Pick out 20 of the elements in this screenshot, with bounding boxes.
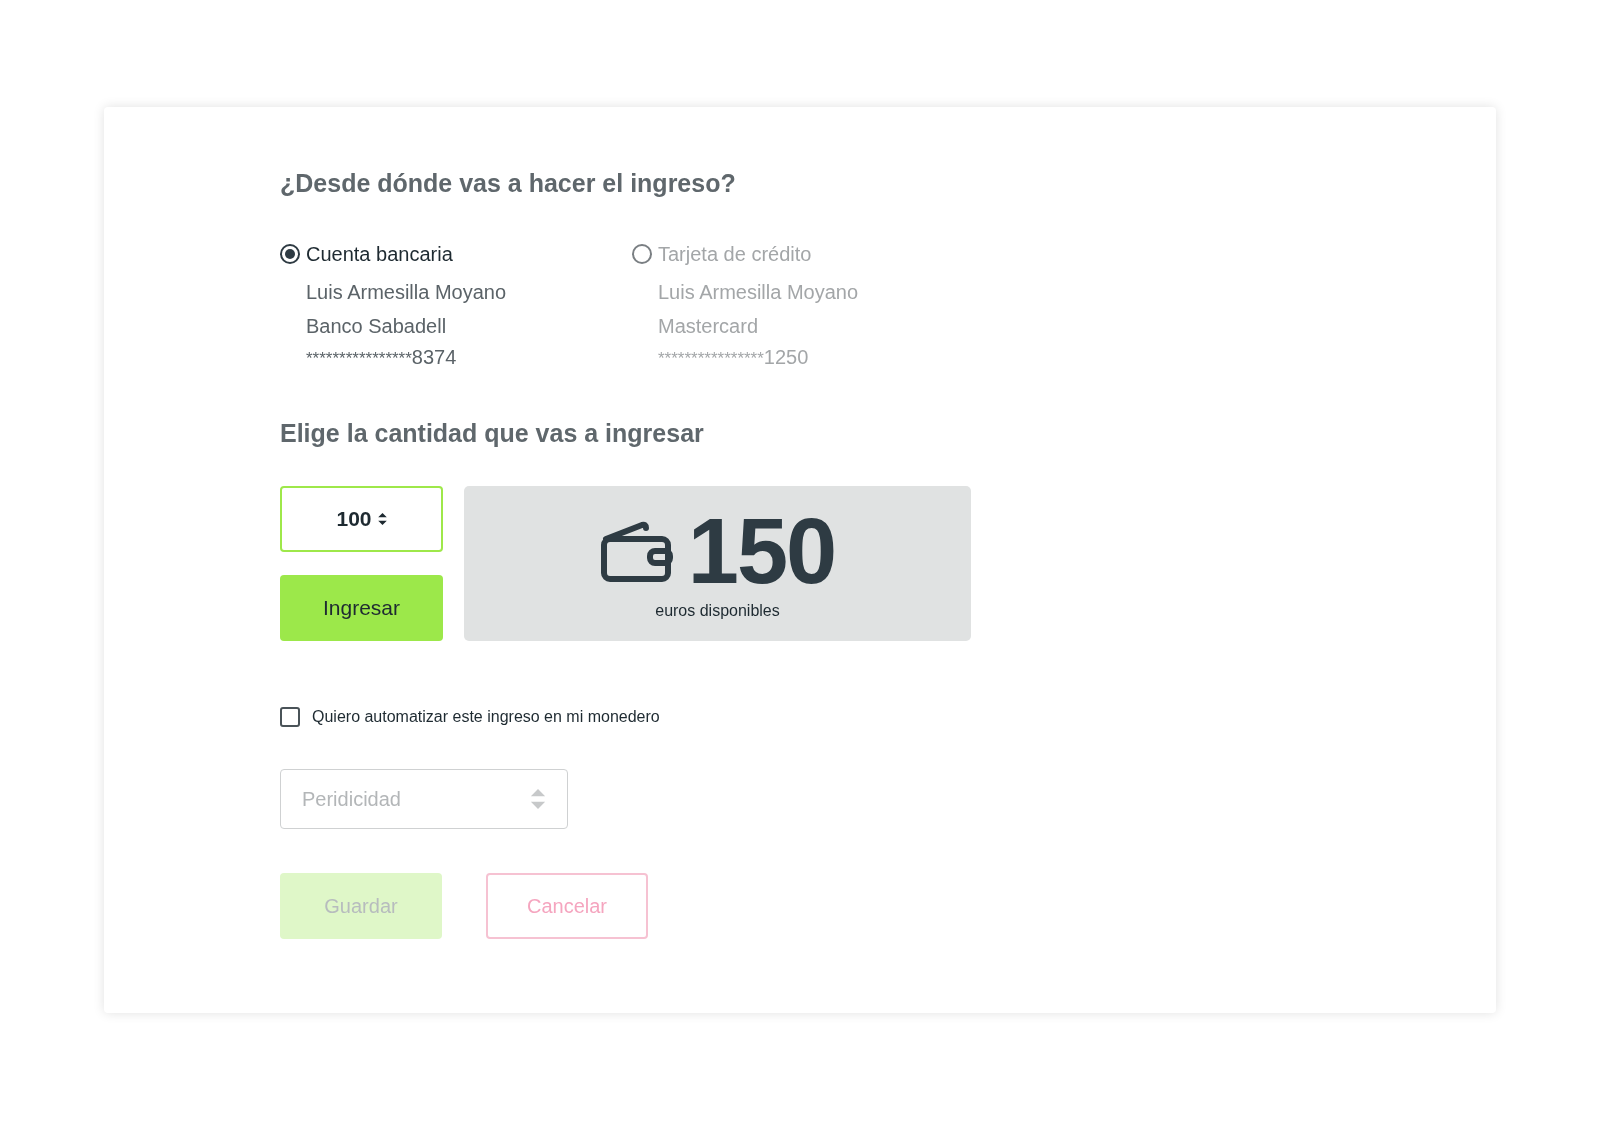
balance-amount: 150 bbox=[687, 504, 836, 597]
section-title: Elige la cantidad que vas a ingresar bbox=[280, 417, 705, 449]
checkbox-label: Quiero automatizar este ingreso en mi monedero bbox=[312, 707, 660, 727]
section-title: ¿Desde dónde vas a hacer el ingreso? bbox=[280, 168, 737, 199]
stepper-icon bbox=[377, 513, 387, 525]
sort-arrows-icon bbox=[530, 789, 546, 809]
account-detail: Luis Armesilla Moyano bbox=[306, 279, 508, 305]
account-number: ****************8374 bbox=[306, 344, 458, 370]
account-detail: Banco Sabadell bbox=[306, 313, 448, 339]
checkbox[interactable] bbox=[280, 707, 300, 727]
radio-button[interactable] bbox=[632, 243, 652, 264]
account-detail: Luis Armesilla Moyano bbox=[658, 279, 860, 305]
option-label[interactable]: Cuenta bancaria bbox=[306, 238, 453, 269]
amount-field[interactable]: 100 bbox=[280, 486, 443, 552]
radio-button[interactable] bbox=[280, 243, 300, 264]
account-detail: Mastercard bbox=[658, 313, 760, 339]
account-number: ****************1250 bbox=[658, 344, 810, 370]
option-label[interactable]: Tarjeta de crédito bbox=[658, 238, 812, 269]
deposit-button[interactable]: Ingresar bbox=[280, 575, 443, 641]
balance-caption: euros disponibles bbox=[655, 600, 780, 621]
